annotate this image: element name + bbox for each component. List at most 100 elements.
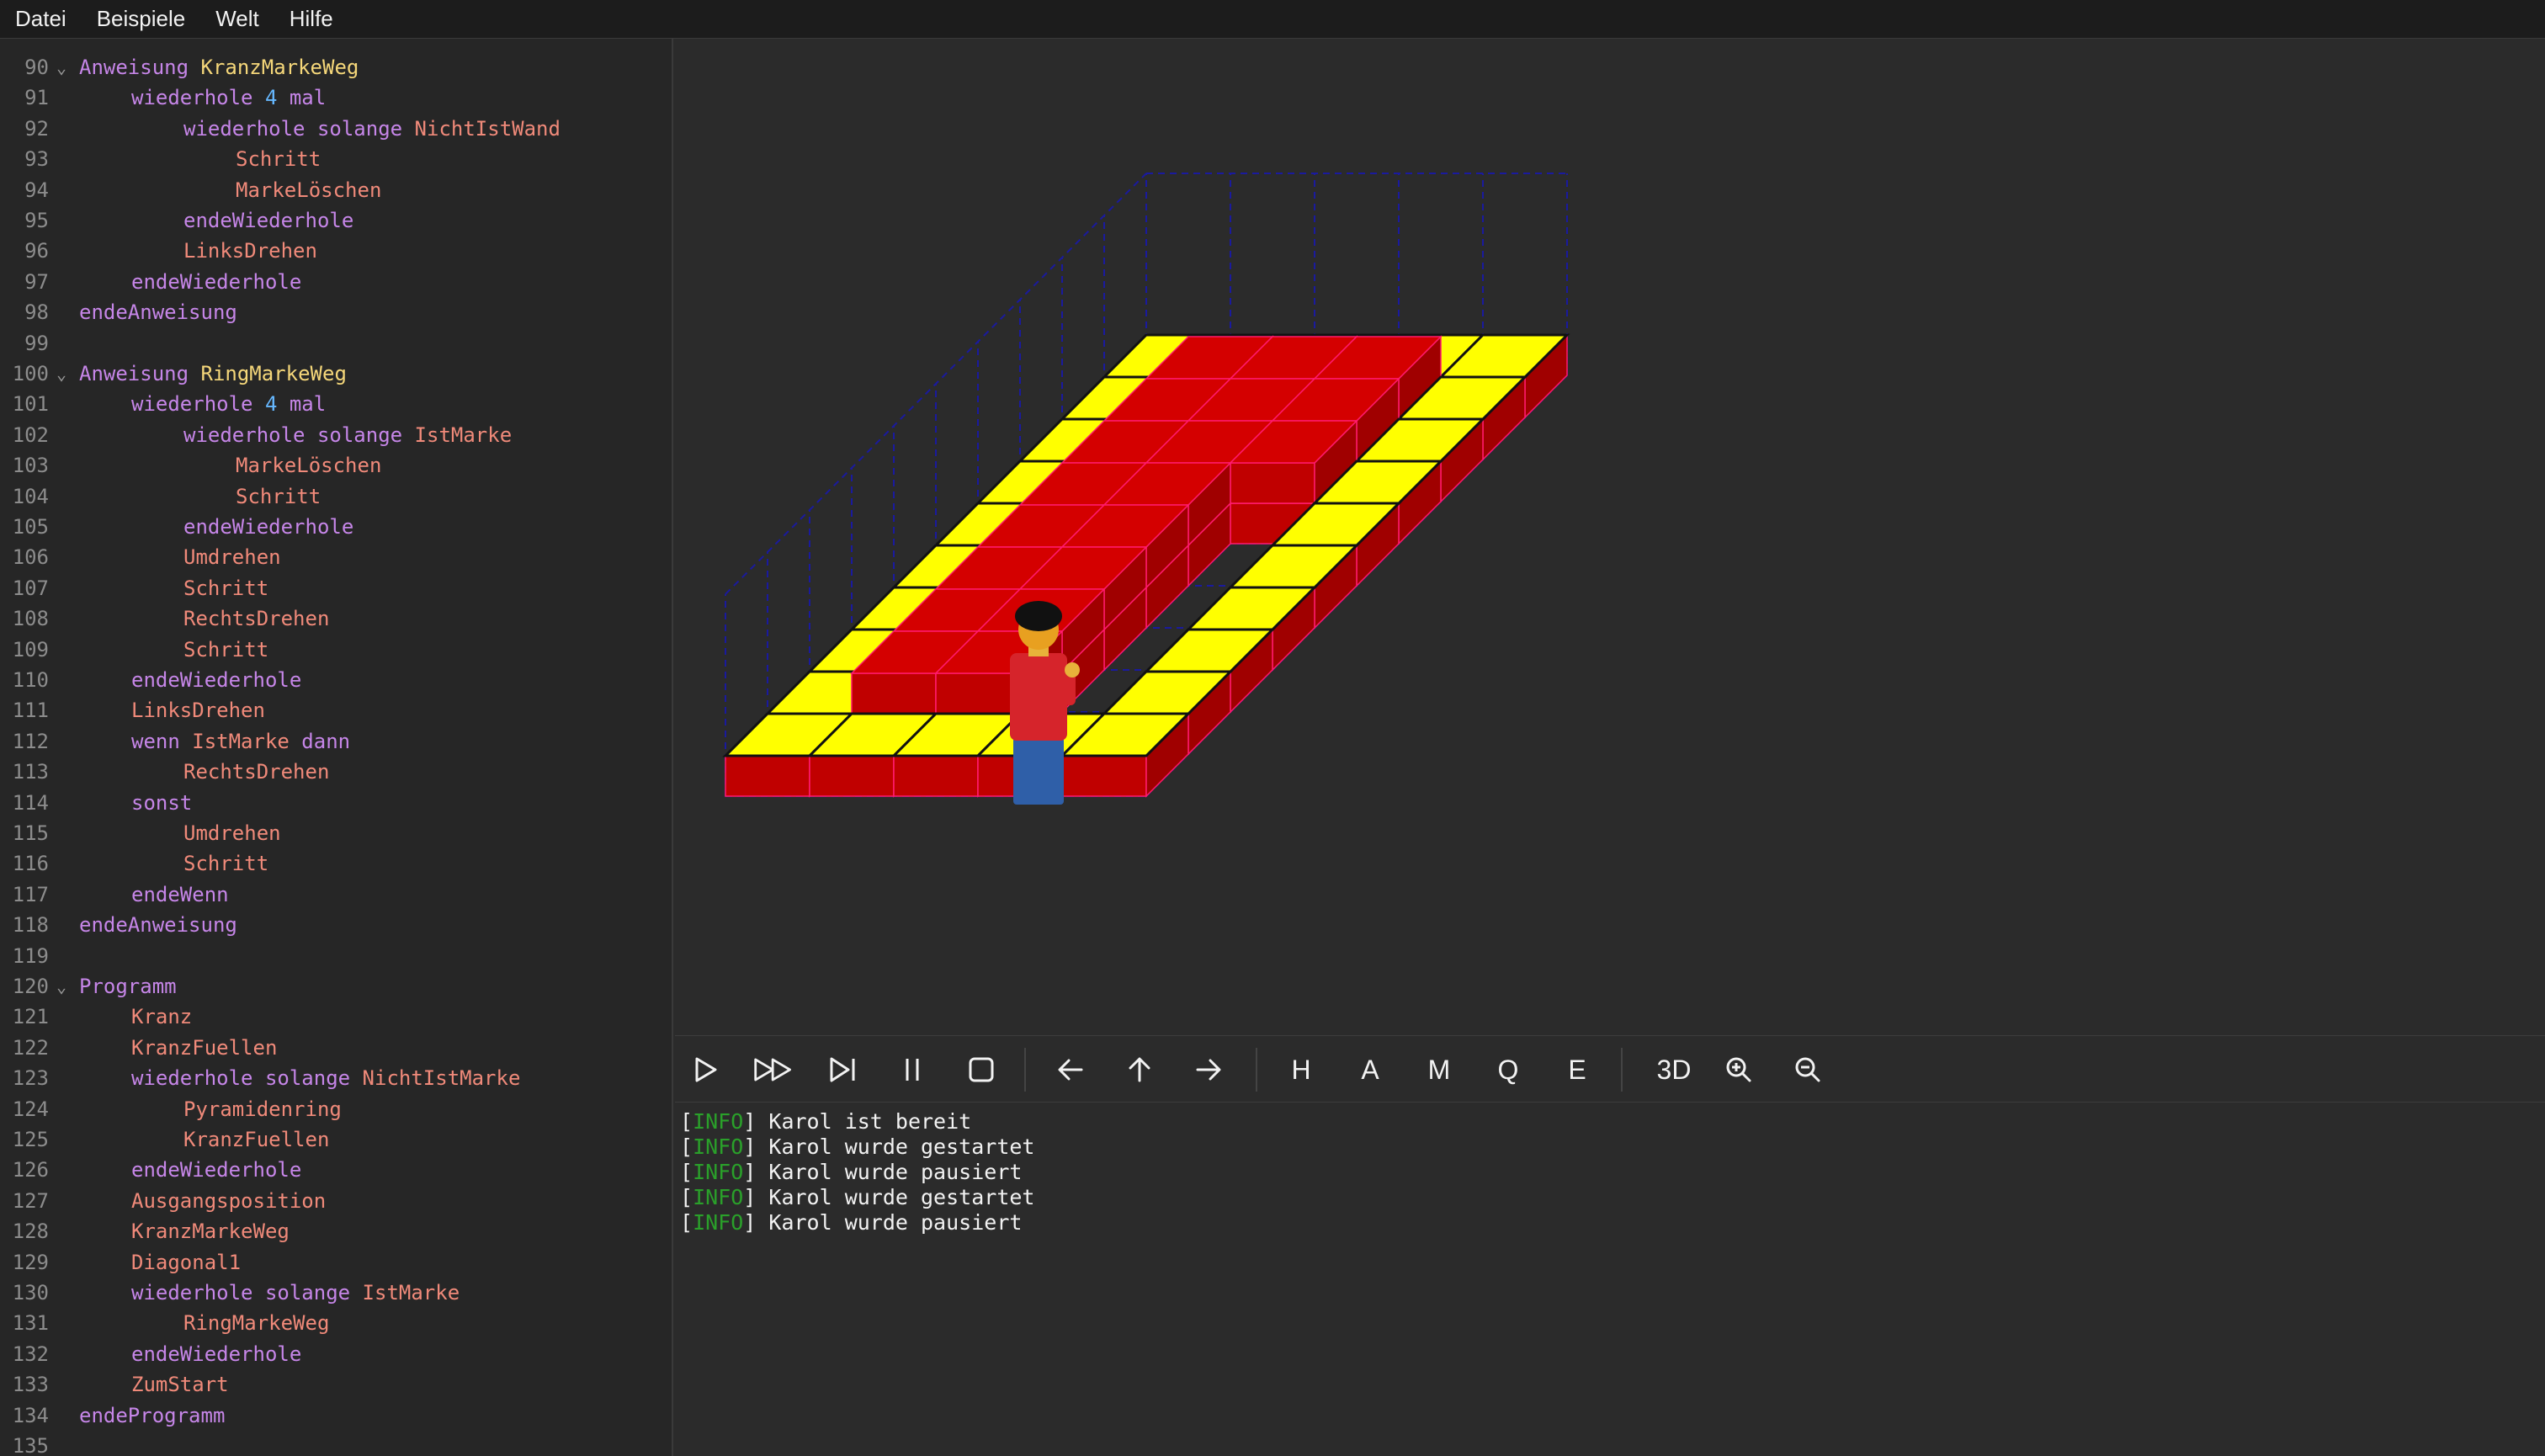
code-line[interactable]: 135 (0, 1431, 672, 1456)
code-line[interactable]: 94 MarkeLöschen (0, 175, 672, 205)
code-line[interactable]: 114 sonst (0, 788, 672, 818)
line-number: 119 (12, 943, 49, 968)
code-line[interactable]: 122 KranzFuellen (0, 1033, 672, 1063)
code-text: Schritt (183, 573, 268, 603)
code-line[interactable]: 106 Umdrehen (0, 542, 672, 572)
view-3d-button[interactable]: 3D (1646, 1048, 1702, 1092)
code-line[interactable]: 115 Umdrehen (0, 818, 672, 848)
code-line[interactable]: 123 wiederhole solange NichtIstMarke (0, 1063, 672, 1093)
code-line[interactable]: 110 endeWiederhole (0, 665, 672, 695)
line-number: 104 (12, 484, 49, 508)
line-number: 96 (24, 239, 49, 263)
control-toolbar: H A M Q E 3D (675, 1035, 2545, 1103)
fast-forward-icon[interactable] (752, 1048, 796, 1092)
code-line[interactable]: 121 Kranz (0, 1002, 672, 1032)
code-line[interactable]: 112 wenn IstMarke dann (0, 726, 672, 757)
zoom-out-icon[interactable] (1786, 1048, 1830, 1092)
menu-welt[interactable]: Welt (215, 6, 259, 32)
code-line[interactable]: 111 LinksDrehen (0, 695, 672, 725)
aufheben-button[interactable]: A (1348, 1048, 1392, 1092)
code-text: LinksDrehen (131, 695, 265, 725)
code-editor[interactable]: 90 ⌄ Anweisung KranzMarkeWeg 91 wiederhole 4… (0, 39, 673, 1456)
menu-datei[interactable]: Datei (15, 6, 66, 32)
code-line[interactable]: 124 Pyramidenring (0, 1094, 672, 1124)
code-line[interactable]: 95 endeWiederhole (0, 205, 672, 236)
code-line[interactable]: 98 endeAnweisung (0, 297, 672, 327)
code-line[interactable]: 117 endeWenn (0, 879, 672, 910)
code-line[interactable]: 125 KranzFuellen (0, 1124, 672, 1155)
code-line[interactable]: 130 wiederhole solange IstMarke (0, 1278, 672, 1308)
code-token: Umdrehen (183, 821, 281, 845)
code-line[interactable]: 119 (0, 941, 672, 971)
code-line[interactable]: 120 ⌄ Programm (0, 971, 672, 1002)
code-line[interactable]: 101 wiederhole 4 mal (0, 389, 672, 419)
code-line[interactable]: 108 RechtsDrehen (0, 603, 672, 634)
log-message: Karol wurde pausiert (768, 1160, 1023, 1184)
code-line[interactable]: 126 endeWiederhole (0, 1155, 672, 1185)
line-number: 111 (12, 699, 49, 723)
code-text: ZumStart (131, 1369, 229, 1400)
quader-button[interactable]: Q (1486, 1048, 1530, 1092)
code-line[interactable]: 97 endeWiederhole (0, 267, 672, 297)
fold-chevron-icon[interactable]: ⌄ (54, 359, 69, 389)
line-number: 105 (12, 515, 49, 539)
code-text: KranzFuellen (183, 1124, 329, 1155)
code-line[interactable]: 90 ⌄ Anweisung KranzMarkeWeg (0, 52, 672, 82)
code-token: endeWiederhole (131, 668, 302, 692)
code-line[interactable]: 92 wiederhole solange NichtIstWand (0, 114, 672, 144)
code-token: wenn (131, 729, 193, 753)
arrow-left-icon[interactable] (1049, 1048, 1092, 1092)
step-icon[interactable] (821, 1048, 865, 1092)
menu-hilfe[interactable]: Hilfe (290, 6, 333, 32)
code-line[interactable]: 105 endeWiederhole (0, 512, 672, 542)
code-line[interactable]: 103 MarkeLöschen (0, 450, 672, 481)
pause-icon[interactable] (890, 1048, 934, 1092)
code-line[interactable]: 118 endeAnweisung (0, 910, 672, 940)
zoom-in-icon[interactable] (1717, 1048, 1761, 1092)
log-entry: [INFO] Karol wurde pausiert (680, 1210, 1023, 1235)
code-token: KranzFuellen (183, 1128, 330, 1151)
code-text: wiederhole solange NichtIstWand (183, 114, 561, 144)
menu-beispiele[interactable]: Beispiele (97, 6, 186, 32)
code-line[interactable]: 128 KranzMarkeWeg (0, 1216, 672, 1246)
code-text: endeAnweisung (79, 910, 237, 940)
code-line[interactable]: 96 LinksDrehen (0, 236, 672, 266)
code-line[interactable]: 91 wiederhole 4 mal (0, 82, 672, 113)
play-icon[interactable] (683, 1048, 727, 1092)
line-number: 100 (12, 362, 49, 385)
code-line[interactable]: 129 Diagonal1 (0, 1247, 672, 1278)
code-line[interactable]: 109 Schritt (0, 635, 672, 665)
code-token: endeWiederhole (183, 515, 354, 539)
arrow-up-icon[interactable] (1118, 1048, 1161, 1092)
line-number: 106 (12, 545, 49, 570)
code-line[interactable]: 113 RechtsDrehen (0, 757, 672, 787)
line-number: 99 (24, 331, 49, 355)
code-text: endeWiederhole (131, 1155, 301, 1185)
code-line[interactable]: 133 ZumStart (0, 1369, 672, 1400)
code-text: RechtsDrehen (183, 757, 329, 787)
code-line[interactable]: 102 wiederhole solange IstMarke (0, 420, 672, 450)
code-line[interactable]: 116 Schritt (0, 848, 672, 879)
code-line[interactable]: 131 RingMarkeWeg (0, 1308, 672, 1338)
code-line[interactable]: 107 Schritt (0, 573, 672, 603)
code-token: LinksDrehen (183, 239, 317, 263)
line-number: 110 (12, 668, 49, 692)
hinlegen-button[interactable]: H (1279, 1048, 1323, 1092)
marke-button[interactable]: M (1417, 1048, 1461, 1092)
entfernen-button[interactable]: E (1555, 1048, 1599, 1092)
code-line[interactable]: 100 ⌄ Anweisung RingMarkeWeg (0, 359, 672, 389)
code-line[interactable]: 127 Ausgangsposition (0, 1186, 672, 1216)
arrow-right-icon[interactable] (1187, 1048, 1230, 1092)
code-line[interactable]: 132 endeWiederhole (0, 1339, 672, 1369)
code-line[interactable]: 93 Schritt (0, 144, 672, 174)
line-number: 98 (24, 300, 49, 325)
code-token: KranzFuellen (131, 1035, 278, 1060)
code-line[interactable]: 104 Schritt (0, 481, 672, 512)
brick-front (935, 672, 1021, 715)
code-line[interactable]: 134 endeProgramm (0, 1400, 672, 1431)
line-number: 135 (12, 1434, 49, 1456)
fold-chevron-icon[interactable]: ⌄ (54, 971, 69, 1002)
fold-chevron-icon[interactable]: ⌄ (54, 52, 69, 82)
stop-icon[interactable] (959, 1048, 1003, 1092)
code-line[interactable]: 99 (0, 328, 672, 359)
